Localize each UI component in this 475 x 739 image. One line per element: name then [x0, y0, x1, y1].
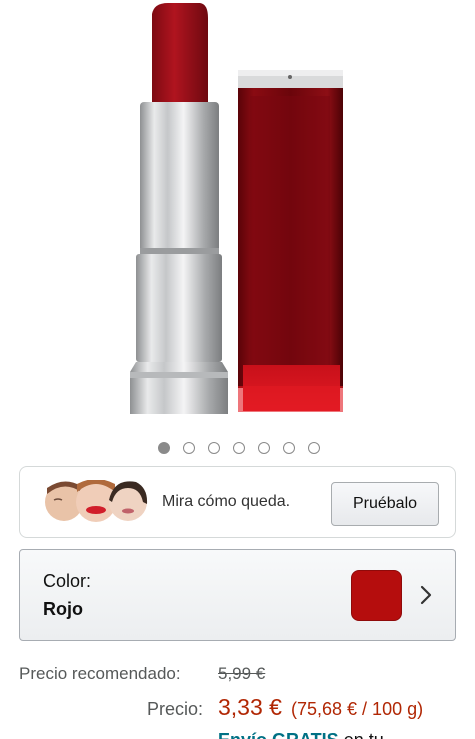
image-carousel-dots[interactable]	[0, 442, 475, 454]
price-value: 3,33 €	[218, 694, 282, 720]
face-thumbnails-icon	[45, 480, 148, 522]
chevron-right-icon	[420, 585, 432, 605]
unit-price: (75,68 € / 100 g)	[291, 699, 424, 719]
color-swatch	[351, 570, 402, 621]
carousel-dot[interactable]	[158, 442, 170, 454]
free-shipping-link[interactable]: Envío GRATIS	[218, 730, 339, 739]
carousel-dot[interactable]	[233, 442, 245, 454]
try-on-prompt: Mira cómo queda.	[162, 493, 291, 510]
color-label: Color:	[43, 571, 92, 591]
try-on-button[interactable]: Pruébalo	[331, 482, 439, 526]
selected-color-name: Rojo	[43, 599, 83, 619]
carousel-dot[interactable]	[283, 442, 295, 454]
virtual-try-on-card: Mira cómo queda. Pruébalo	[19, 466, 456, 538]
product-image[interactable]	[0, 0, 475, 430]
carousel-dot[interactable]	[208, 442, 220, 454]
carousel-dot[interactable]	[258, 442, 270, 454]
recommended-price-value: 5,99 €	[218, 664, 266, 683]
recommended-price-label: Precio recomendado:	[19, 664, 181, 683]
carousel-dot[interactable]	[183, 442, 195, 454]
price-label: Precio:	[147, 699, 204, 719]
carousel-dot[interactable]	[308, 442, 320, 454]
shipping-rest-text: en tu	[339, 730, 384, 739]
color-selector[interactable]: Color: Rojo	[19, 549, 456, 641]
shipping-info[interactable]: Envío GRATIS en tu	[218, 730, 384, 739]
lipstick-illustration	[130, 3, 343, 414]
